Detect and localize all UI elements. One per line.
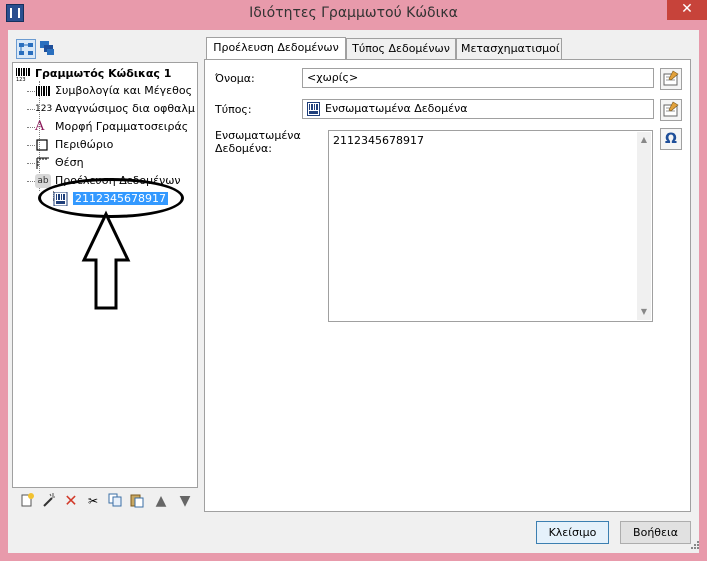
tree-item-font[interactable]: A Μορφή Γραμματοσειράς	[35, 118, 188, 136]
edit-icon	[663, 70, 679, 86]
textarea-scrollbar[interactable]: ▲ ▼	[637, 132, 651, 320]
tree-item-readable[interactable]: 123 Αναγνώσιμος δια οφθαλμ	[35, 100, 195, 118]
barcode-lines-icon	[35, 84, 51, 98]
close-button[interactable]: Κλείσιμο	[536, 521, 609, 544]
barcode-icon: 123	[15, 67, 31, 83]
new-item-icon[interactable]	[18, 492, 36, 510]
tree-item-label: Συμβολογία και Μέγεθος	[55, 84, 193, 97]
embedded-data-textarea[interactable]: 2112345678917 ▲ ▼	[328, 130, 653, 322]
embedded-data-label: Ενσωματωμένα Δεδομένα:	[215, 129, 301, 155]
position-icon	[35, 156, 51, 170]
edit-name-button[interactable]	[660, 68, 682, 90]
tree-item-label: Περιθώριο	[55, 138, 114, 151]
name-field[interactable]: <χωρίς>	[302, 68, 654, 88]
tree-connector	[27, 163, 35, 164]
tab-data-source[interactable]: Προέλευση Δεδομένων	[206, 37, 346, 60]
edit-icon	[663, 101, 679, 117]
tree-root-label: Γραμμωτός Κώδικας 1	[35, 67, 172, 80]
tree-item-label: Μορφή Γραμματοσειράς	[55, 120, 189, 133]
layers-icon[interactable]	[38, 39, 58, 59]
tree-item-position[interactable]: Θέση	[35, 154, 84, 172]
svg-text:123: 123	[16, 77, 26, 81]
tree-item-label: Θέση	[55, 156, 84, 169]
tree-item-label: Αναγνώσιμος δια οφθαλμ	[55, 102, 195, 115]
cut-icon[interactable]: ✂	[84, 492, 102, 510]
embedded-data-icon	[307, 102, 321, 116]
omega-icon: Ω	[665, 131, 677, 147]
resize-grip-icon[interactable]	[688, 540, 700, 552]
title-bar[interactable]: Ιδιότητες Γραμμωτού Κώδικα ✕	[0, 0, 707, 28]
embedded-label-line1: Ενσωματωμένα	[215, 129, 301, 142]
digits-123-icon: 123	[35, 104, 53, 114]
tab-data-type[interactable]: Τύπος Δεδομένων	[346, 38, 456, 59]
paste-icon[interactable]	[128, 492, 146, 510]
tree-connector	[27, 145, 35, 146]
embedded-data-value: 2112345678917	[333, 134, 424, 147]
tree-view-icon[interactable]	[16, 39, 36, 59]
copy-icon[interactable]	[106, 492, 124, 510]
margin-box-icon	[35, 138, 51, 152]
tree-connector	[27, 181, 35, 182]
font-icon: A	[35, 119, 45, 134]
move-down-icon[interactable]: ▼	[176, 492, 194, 510]
tree-connector	[27, 127, 35, 128]
help-button[interactable]: Βοήθεια	[620, 521, 691, 544]
data-source-icon: ab	[35, 174, 51, 188]
close-window-button[interactable]: ✕	[667, 0, 707, 20]
type-label: Τύπος:	[215, 103, 252, 116]
edit-type-button[interactable]	[660, 99, 682, 121]
tree-item-margin[interactable]: Περιθώριο	[35, 136, 113, 154]
window-title: Ιδιότητες Γραμμωτού Κώδικα	[249, 5, 458, 21]
delete-icon[interactable]: ✕	[62, 492, 80, 510]
annotation-arrow	[81, 210, 131, 310]
tree-item-symbology[interactable]: Συμβολογία και Μέγεθος	[35, 82, 192, 100]
name-label: Όνομα:	[215, 72, 255, 85]
type-value: Ενσωματωμένα Δεδομένα	[325, 102, 468, 115]
special-characters-button[interactable]: Ω	[660, 128, 682, 150]
scroll-down-icon[interactable]: ▼	[639, 307, 649, 317]
move-up-icon[interactable]: ▲	[152, 492, 170, 510]
tree-connector	[27, 91, 35, 92]
embedded-label-line2: Δεδομένα:	[215, 142, 272, 155]
tab-transformations[interactable]: Μετασχηματισμοί	[456, 38, 562, 59]
scroll-up-icon[interactable]: ▲	[639, 135, 649, 145]
magic-wand-icon[interactable]	[40, 492, 58, 510]
tree-connector	[27, 109, 35, 110]
type-field[interactable]: Ενσωματωμένα Δεδομένα	[302, 99, 654, 119]
